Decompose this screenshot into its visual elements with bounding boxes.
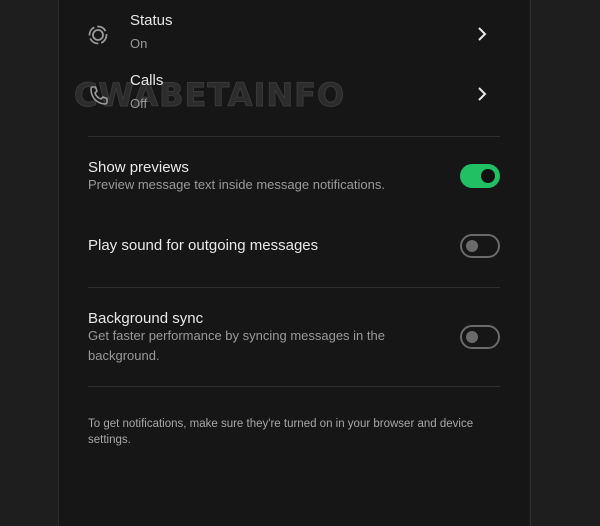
- show-previews-title: Show previews: [88, 159, 189, 176]
- footer-line2: settings.: [88, 434, 131, 446]
- divider: [88, 287, 500, 288]
- phone-icon: [90, 86, 108, 105]
- status-icon: [88, 25, 108, 45]
- background-sync-description-line2: background.: [88, 348, 160, 363]
- background-sync-toggle[interactable]: [460, 325, 500, 349]
- show-previews-description: Preview message text inside message noti…: [88, 177, 385, 192]
- notification-footer-note: To get notifications, make sure they're …: [88, 416, 498, 448]
- left-sidebar: [0, 0, 59, 526]
- calls-value: Off: [130, 96, 148, 111]
- calls-notifications-row[interactable]: Calls Off: [88, 72, 500, 122]
- play-sound-toggle[interactable]: [460, 234, 500, 258]
- background-sync-description-line1: Get faster performance by syncing messag…: [88, 328, 385, 343]
- background-sync-title: Background sync: [88, 310, 204, 327]
- right-pane-edge: [530, 0, 600, 526]
- chevron-right-icon: [478, 87, 487, 101]
- divider: [88, 136, 500, 137]
- toggle-knob: [466, 331, 478, 343]
- status-notifications-row[interactable]: Status On: [88, 12, 500, 62]
- divider: [88, 386, 500, 387]
- show-previews-toggle[interactable]: [460, 164, 500, 188]
- status-value: On: [130, 36, 148, 51]
- play-sound-title: Play sound for outgoing messages: [88, 237, 319, 254]
- chevron-right-icon: [478, 27, 487, 41]
- toggle-knob: [481, 169, 495, 183]
- footer-line1: To get notifications, make sure they're …: [88, 418, 474, 430]
- calls-title: Calls: [130, 72, 164, 89]
- status-title: Status: [130, 12, 173, 29]
- toggle-knob: [466, 240, 478, 252]
